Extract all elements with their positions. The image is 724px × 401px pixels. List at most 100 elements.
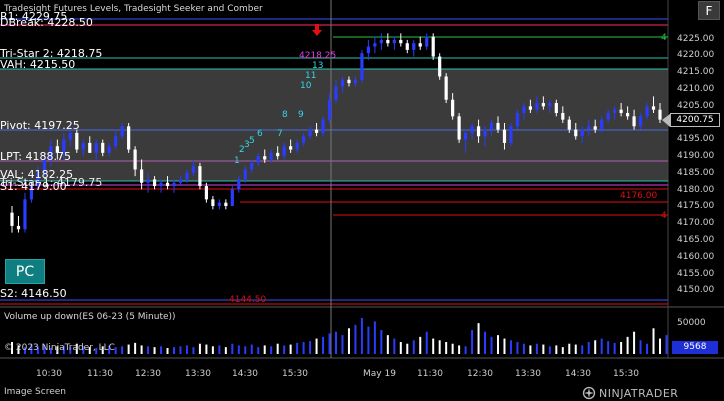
candle-body bbox=[114, 136, 118, 147]
magenta-price-marker: 4218.25 bbox=[299, 51, 337, 61]
candle-body bbox=[211, 199, 215, 206]
time-tick: 13:30 bbox=[515, 369, 541, 379]
footer-label: Image Screen bbox=[4, 387, 66, 397]
price-tick: 4160.00 bbox=[677, 252, 715, 262]
volume-bar bbox=[613, 342, 616, 354]
candle-body bbox=[580, 129, 584, 137]
volume-bar bbox=[237, 345, 240, 354]
time-tick: 13:30 bbox=[185, 369, 211, 379]
candle-body bbox=[314, 129, 319, 133]
volume-bar bbox=[419, 336, 422, 354]
candle-body bbox=[600, 119, 604, 130]
candle-body bbox=[198, 166, 202, 187]
red-4-marker: 4 bbox=[661, 211, 667, 221]
volume-bar bbox=[445, 342, 448, 354]
candle-body bbox=[269, 152, 273, 160]
volume-bar bbox=[114, 347, 117, 354]
volume-bar bbox=[581, 345, 584, 354]
candle-body bbox=[386, 39, 390, 44]
price-tick: 4190.00 bbox=[677, 151, 715, 161]
green-4-marker: 4 bbox=[661, 33, 667, 43]
volume-bar bbox=[626, 336, 629, 354]
candle-body bbox=[152, 179, 157, 187]
volume-bar bbox=[484, 331, 487, 354]
volume-bar bbox=[458, 345, 461, 354]
candle-body bbox=[593, 126, 597, 130]
volume-bar bbox=[270, 346, 273, 354]
candle-body bbox=[554, 103, 558, 113]
time-tick: 14:30 bbox=[232, 369, 258, 379]
volume-bar bbox=[386, 335, 389, 354]
f-button[interactable]: F bbox=[698, 1, 720, 20]
volume-bar bbox=[607, 341, 610, 354]
volume-bar bbox=[134, 342, 137, 354]
volume-bar bbox=[522, 343, 525, 354]
volume-bar bbox=[509, 340, 512, 354]
volume-bar bbox=[140, 345, 143, 354]
candle-body bbox=[638, 116, 643, 127]
volume-bar bbox=[490, 336, 493, 354]
candle-body bbox=[308, 129, 312, 137]
candle-body bbox=[632, 116, 636, 127]
candle-body bbox=[619, 109, 623, 113]
candle-body bbox=[172, 182, 176, 187]
candle-body bbox=[457, 116, 461, 140]
price-tick: 4170.00 bbox=[677, 218, 715, 228]
volume-bar bbox=[477, 323, 480, 354]
volume-bar bbox=[153, 347, 156, 354]
volume-bar bbox=[425, 331, 428, 354]
candle-body bbox=[94, 142, 98, 153]
time-tick: 12:30 bbox=[135, 369, 161, 379]
seeker-count: 8 bbox=[282, 110, 288, 120]
candle-body bbox=[243, 169, 247, 180]
volume-bar bbox=[185, 345, 188, 354]
volume-bar bbox=[438, 340, 441, 354]
volume-bar bbox=[529, 345, 532, 354]
candle-body bbox=[75, 132, 79, 150]
s1-label: S1: 4179.00 bbox=[0, 180, 67, 193]
t3-marker: 13 bbox=[312, 61, 324, 71]
candle-body bbox=[412, 43, 416, 50]
lpt-label: LPT: 4188.75 bbox=[0, 150, 71, 163]
candle-body bbox=[276, 152, 280, 157]
down-arrow-marker bbox=[312, 24, 322, 36]
volume-bar bbox=[257, 347, 260, 354]
candle-body bbox=[107, 146, 111, 153]
price-tick: 4155.00 bbox=[677, 269, 715, 279]
volume-bar bbox=[160, 346, 163, 354]
candle-body bbox=[23, 199, 27, 230]
volume-bar bbox=[263, 345, 266, 354]
volume-bar bbox=[542, 344, 545, 354]
price-tick: 4175.00 bbox=[677, 201, 715, 211]
price-tick: 4205.00 bbox=[677, 101, 715, 111]
s2-red-marker: 4144.50 bbox=[229, 295, 267, 305]
pc-button[interactable]: PC bbox=[5, 259, 45, 284]
volume-bar bbox=[373, 321, 376, 354]
pivot-label: Pivot: 4197.25 bbox=[0, 119, 80, 132]
volume-bar bbox=[341, 335, 344, 354]
seeker-count: 5 bbox=[249, 136, 255, 146]
candle-body bbox=[379, 39, 383, 44]
candle-body bbox=[237, 179, 241, 190]
candle-body bbox=[347, 79, 351, 84]
volume-bar bbox=[620, 342, 623, 354]
candle-body bbox=[321, 119, 325, 133]
candle-body bbox=[282, 146, 286, 157]
volume-bar bbox=[302, 342, 305, 354]
candle-body bbox=[464, 132, 468, 140]
volume-bar bbox=[561, 347, 564, 354]
candle-body bbox=[140, 169, 144, 183]
volume-bar bbox=[147, 346, 150, 354]
candle-body bbox=[178, 179, 183, 183]
candle-body bbox=[528, 106, 532, 110]
volume-bar bbox=[211, 346, 214, 354]
time-tick: 10:30 bbox=[36, 369, 62, 379]
candle-body bbox=[81, 142, 85, 150]
candle-body bbox=[185, 172, 189, 180]
candle-body bbox=[340, 79, 345, 87]
candle-body bbox=[509, 126, 513, 143]
candle-body bbox=[263, 156, 267, 160]
chart-canvas[interactable] bbox=[0, 0, 724, 401]
candle-body bbox=[567, 119, 571, 130]
volume-bar bbox=[198, 343, 201, 354]
